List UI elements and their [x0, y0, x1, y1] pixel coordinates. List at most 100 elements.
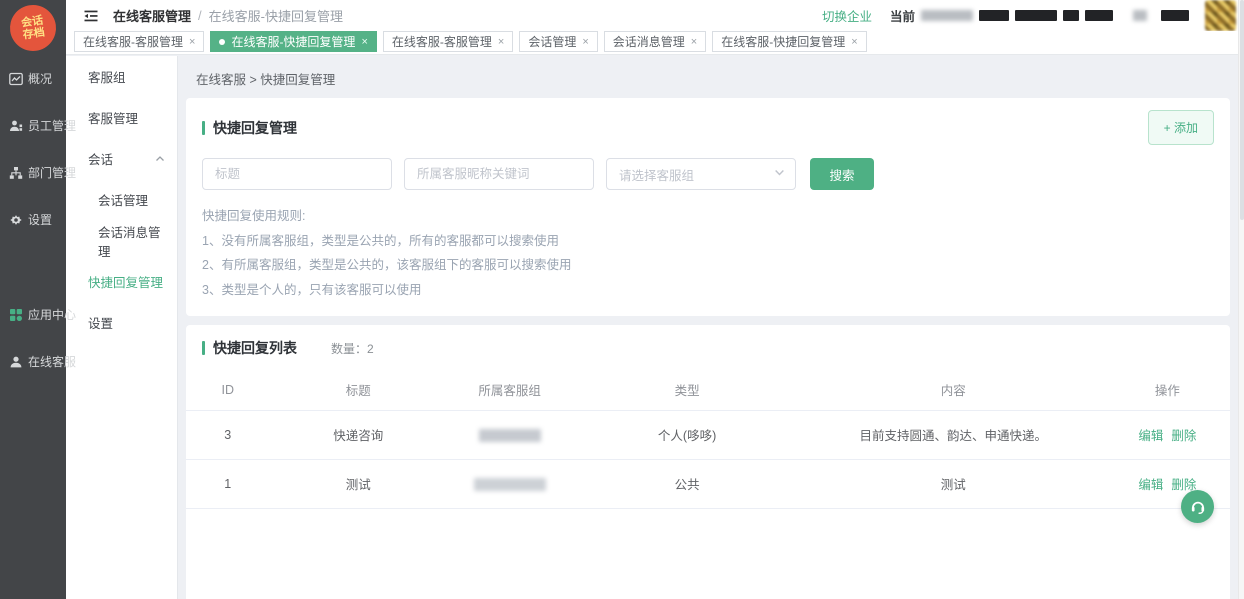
- scrollbar-thumb[interactable]: [1240, 0, 1244, 220]
- table-row: 1 测试 公共 测试 编辑删除: [186, 459, 1230, 508]
- nickname-keyword-input[interactable]: [404, 158, 594, 190]
- customer-service-fab[interactable]: [1181, 490, 1214, 523]
- current-company-label: 当前: [890, 6, 915, 25]
- submenu-label: 快捷回复管理: [88, 272, 163, 291]
- sidebar-item-label: 员工管理: [28, 117, 76, 134]
- top-bar: 在线客服管理 / 在线客服-快捷回复管理 切换企业 当前: [66, 0, 1244, 31]
- search-button[interactable]: 搜索: [810, 158, 874, 190]
- tab-online-service-agent-mgmt-2[interactable]: 在线客服-客服管理 ×: [383, 31, 513, 52]
- edit-link[interactable]: 编辑: [1138, 429, 1163, 443]
- submenu-item-session-message-mgmt[interactable]: 会话消息管理: [66, 220, 177, 261]
- chevron-up-icon: [155, 154, 165, 164]
- cell-id: 1: [186, 459, 270, 508]
- rule-line: 2、有所属客服组，类型是公共的，该客服组下的客服可以搜索使用: [202, 253, 1214, 278]
- chevron-down-icon: [774, 167, 785, 181]
- cell-content: 测试: [802, 459, 1105, 508]
- user-avatar[interactable]: [1205, 0, 1236, 31]
- redacted-company-info: [979, 10, 1009, 21]
- delete-link[interactable]: 删除: [1171, 429, 1196, 443]
- tab-label: 在线客服-客服管理: [392, 33, 492, 50]
- gear-icon: [9, 213, 23, 227]
- primary-nav: 概况 员工管理 部门管理 设置 应用中心: [0, 55, 66, 385]
- app-logo[interactable]: 会话 存档: [7, 2, 59, 54]
- tab-session-message-mgmt[interactable]: 会话消息管理 ×: [604, 31, 706, 52]
- tab-quick-reply-mgmt-2[interactable]: 在线客服-快捷回复管理 ×: [712, 31, 866, 52]
- main-content: 在线客服 > 快捷回复管理 快捷回复管理 + 添加 请选择客服组 搜索 快捷回复…: [178, 56, 1238, 599]
- sidebar-item-app-center[interactable]: 应用中心: [0, 291, 66, 338]
- secondary-sidebar: 客服组 客服管理 会话 会话管理 会话消息管理 快捷回复管理 设置: [66, 56, 178, 599]
- menu-fold-icon[interactable]: [83, 8, 99, 24]
- submenu-label: 客服组: [88, 67, 126, 86]
- redacted-company-info: [921, 10, 973, 21]
- rule-line: 3、类型是个人的，只有该客服可以使用: [202, 278, 1214, 303]
- sidebar-item-online-service[interactable]: 在线客服: [0, 338, 66, 385]
- cell-actions: 编辑删除: [1105, 410, 1230, 459]
- redacted-company-info: [1161, 10, 1189, 21]
- redacted-group-value: [479, 429, 541, 442]
- tab-close-icon[interactable]: ×: [582, 36, 588, 48]
- scrollbar[interactable]: [1238, 0, 1244, 599]
- cell-type: 公共: [572, 459, 802, 508]
- redacted-company-info: [1015, 10, 1057, 21]
- cell-content: 目前支持圆通、韵达、申通快递。: [802, 410, 1105, 459]
- submenu-label: 会话管理: [98, 190, 148, 209]
- tab-close-icon[interactable]: ×: [189, 36, 195, 48]
- app-center-icon: [9, 308, 23, 322]
- cell-title: 测试: [270, 459, 447, 508]
- tab-close-icon[interactable]: ×: [498, 36, 504, 48]
- submenu-item-agent-group[interactable]: 客服组: [66, 56, 177, 97]
- submenu-item-agent-mgmt[interactable]: 客服管理: [66, 97, 177, 138]
- sidebar-item-employees[interactable]: 员工管理: [0, 102, 66, 149]
- sidebar-item-departments[interactable]: 部门管理: [0, 149, 66, 196]
- active-tab-dot-icon: [219, 39, 225, 45]
- agent-group-select[interactable]: 请选择客服组: [606, 158, 796, 190]
- breadcrumb-separator: /: [198, 8, 202, 23]
- tab-session-mgmt[interactable]: 会话管理 ×: [519, 31, 597, 52]
- select-placeholder: 请选择客服组: [619, 165, 694, 184]
- submenu-item-settings[interactable]: 设置: [66, 302, 177, 343]
- sidebar-item-label: 在线客服: [28, 353, 76, 370]
- tab-label: 会话消息管理: [613, 33, 685, 50]
- title-input[interactable]: [202, 158, 392, 190]
- redacted-company-info: [1085, 10, 1113, 21]
- submenu-item-quick-reply-mgmt[interactable]: 快捷回复管理: [66, 261, 177, 302]
- submenu-label: 设置: [88, 313, 113, 332]
- col-header-content: 内容: [802, 370, 1105, 410]
- tab-label: 会话管理: [528, 33, 576, 50]
- edit-link[interactable]: 编辑: [1138, 478, 1163, 492]
- online-service-icon: [9, 355, 23, 369]
- cell-group: [447, 410, 572, 459]
- headset-icon: [1189, 498, 1207, 516]
- submenu-item-session-mgmt[interactable]: 会话管理: [66, 179, 177, 220]
- submenu-item-session[interactable]: 会话: [66, 138, 177, 179]
- tab-quick-reply-mgmt-active[interactable]: 在线客服-快捷回复管理 ×: [210, 31, 376, 52]
- sidebar-item-label: 概况: [28, 70, 52, 87]
- breadcrumb: 在线客服管理 / 在线客服-快捷回复管理: [113, 6, 343, 25]
- tab-online-service-agent-mgmt[interactable]: 在线客服-客服管理 ×: [74, 31, 204, 52]
- breadcrumb-root[interactable]: 在线客服管理: [113, 6, 191, 25]
- breadcrumb-current: 在线客服-快捷回复管理: [209, 6, 343, 25]
- cell-group: [447, 459, 572, 508]
- tab-close-icon[interactable]: ×: [691, 36, 697, 48]
- sidebar-item-settings[interactable]: 设置: [0, 196, 66, 243]
- cell-type: 个人(哆哆): [572, 410, 802, 459]
- table-header-row: ID 标题 所属客服组 类型 内容 操作: [186, 370, 1230, 410]
- add-button[interactable]: + 添加: [1148, 110, 1214, 145]
- sidebar-item-overview[interactable]: 概况: [0, 55, 66, 102]
- employee-icon: [9, 119, 23, 133]
- count-value: 2: [367, 342, 374, 356]
- tab-close-icon[interactable]: ×: [851, 36, 857, 48]
- rule-line: 1、没有所属客服组，类型是公共的，所有的客服都可以搜索使用: [202, 229, 1214, 254]
- usage-rules: 快捷回复使用规则: 1、没有所属客服组，类型是公共的，所有的客服都可以搜索使用 …: [202, 204, 1214, 302]
- cell-title: 快递咨询: [270, 410, 447, 459]
- quick-reply-table: ID 标题 所属客服组 类型 内容 操作 3 快递咨询 个人(哆哆) 目前支持圆…: [186, 370, 1230, 509]
- card-title: 快捷回复管理: [213, 118, 297, 138]
- count-label: 数量：: [331, 342, 367, 356]
- tab-close-icon[interactable]: ×: [361, 36, 367, 48]
- sidebar-item-label: 应用中心: [28, 306, 76, 323]
- switch-company-link[interactable]: 切换企业: [822, 6, 872, 25]
- tab-label: 在线客服-客服管理: [83, 33, 183, 50]
- overview-icon: [9, 72, 23, 86]
- topbar-user-area: 切换企业 当前: [822, 0, 1236, 31]
- cell-id: 3: [186, 410, 270, 459]
